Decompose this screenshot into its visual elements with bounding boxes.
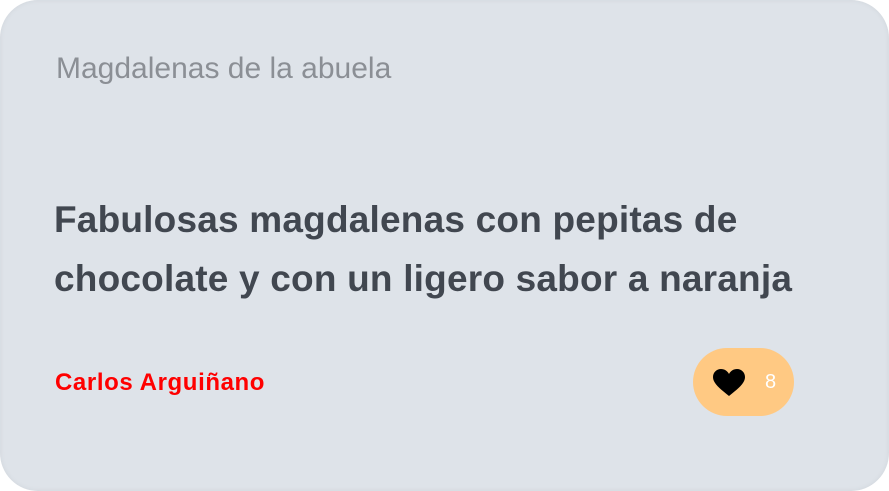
recipe-card[interactable]: Magdalenas de la abuela Fabulosas magdal… <box>0 0 889 491</box>
like-count: 8 <box>765 371 777 393</box>
like-button[interactable]: 8 <box>693 348 794 416</box>
recipe-category: Magdalenas de la abuela <box>56 52 392 85</box>
recipe-title: Fabulosas magdalenas con pepitas de choc… <box>54 199 793 299</box>
heart-icon <box>713 369 745 396</box>
recipe-author[interactable]: Carlos Arguiñano <box>55 369 265 397</box>
